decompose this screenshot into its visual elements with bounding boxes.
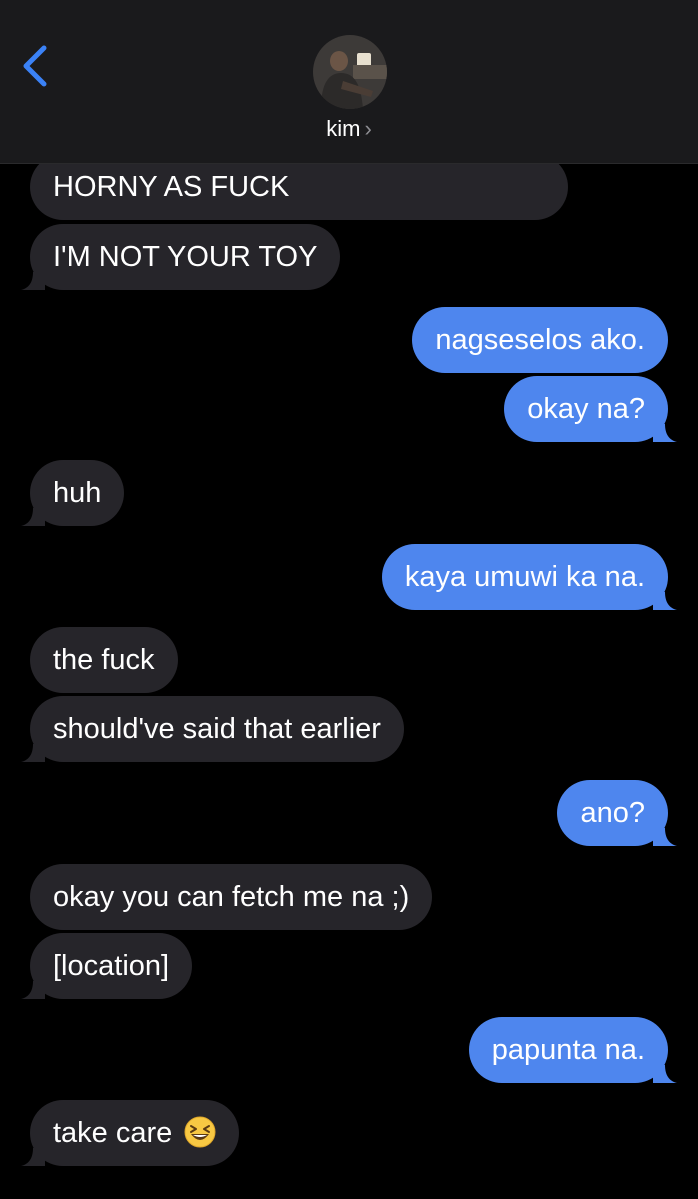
contact-avatar[interactable] xyxy=(313,35,387,109)
message-bubble-incoming[interactable]: okay you can fetch me na ;) xyxy=(30,864,433,930)
message-text: huh xyxy=(53,477,102,509)
message-text: I'M NOT YOUR TOY xyxy=(53,241,318,273)
chevron-right-icon: › xyxy=(364,116,372,141)
message-text: kaya umuwi ka na. xyxy=(404,561,645,593)
message-bubble-incoming[interactable]: take care xyxy=(21,1100,240,1166)
bubble-tail xyxy=(653,1065,677,1083)
avatar-photo xyxy=(313,35,387,109)
chevron-left-icon xyxy=(23,45,47,87)
bubble-tail xyxy=(653,592,677,610)
message-text: okay you can fetch me na ;) xyxy=(53,881,410,913)
message-bubble-incoming[interactable]: the fuck xyxy=(30,627,178,693)
bubble-tail xyxy=(21,981,45,999)
grinning-squinting-face-icon xyxy=(184,1116,216,1148)
message-bubble-outgoing[interactable]: nagseselos ako. xyxy=(412,307,668,373)
message-text: take care xyxy=(53,1117,173,1149)
bubble-tail xyxy=(21,272,45,290)
message-bubble-outgoing[interactable]: ano? xyxy=(557,780,677,846)
message-bubble-outgoing[interactable]: kaya umuwi ka na. xyxy=(381,544,677,610)
contact-name-label: kim xyxy=(326,116,361,141)
bubble-tail xyxy=(21,1148,45,1166)
conversation-header: kim › xyxy=(0,0,698,164)
message-text: the fuck xyxy=(53,644,155,676)
message-bubble-incoming[interactable]: I'M NOT YOUR TOY xyxy=(21,224,341,290)
bubble-tail xyxy=(21,744,45,762)
message-text: [location] xyxy=(53,950,170,982)
message-text: nagseselos ako. xyxy=(435,324,645,356)
bubble-tail xyxy=(21,508,45,526)
bubble-tail xyxy=(653,424,677,442)
message-bubble-outgoing[interactable]: okay na? xyxy=(504,376,677,442)
message-bubble-outgoing[interactable]: papunta na. xyxy=(468,1017,677,1083)
message-bubble-incoming[interactable]: [location] xyxy=(21,933,193,999)
message-bubble-incoming[interactable]: huh xyxy=(21,460,125,526)
message-text: HORNY AS FUCK xyxy=(53,171,290,203)
bubble-tail xyxy=(653,828,677,846)
message-text: okay na? xyxy=(527,393,645,425)
message-text: ano? xyxy=(580,797,645,829)
message-bubble-incoming[interactable]: should've said that earlier xyxy=(21,696,404,762)
message-text: papunta na. xyxy=(491,1034,645,1066)
back-button[interactable] xyxy=(18,42,58,90)
message-text: should've said that earlier xyxy=(53,713,381,745)
contact-name[interactable]: kim › xyxy=(0,116,698,142)
